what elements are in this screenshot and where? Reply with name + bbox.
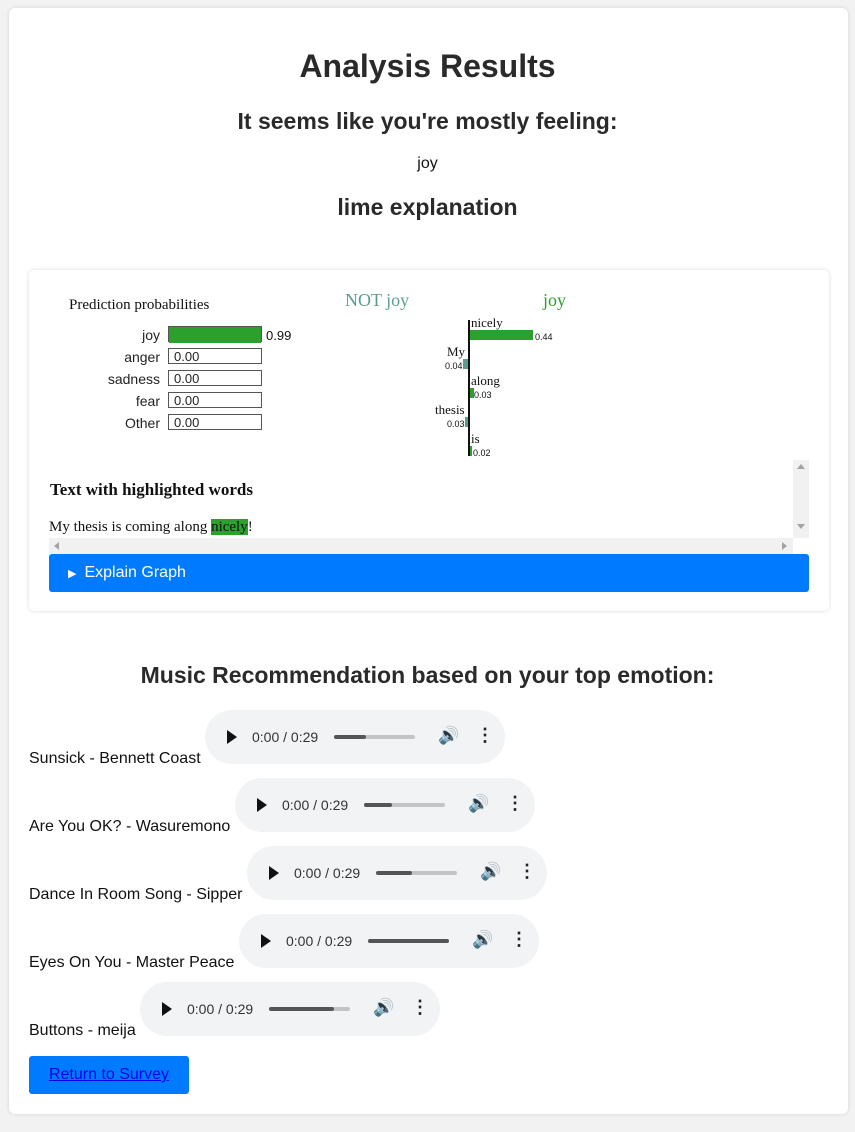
highlight-title: Text with highlighted words bbox=[50, 480, 253, 499]
prob-label-other: Other bbox=[124, 415, 160, 431]
music-heading: Music Recommendation based on your top e… bbox=[140, 662, 715, 688]
progress-fill bbox=[376, 871, 412, 875]
feature-weight: 0.44 bbox=[535, 332, 553, 342]
feature-word: is bbox=[471, 431, 480, 446]
prob-bar-other: 0.00 bbox=[168, 414, 262, 430]
song-title: Eyes On You - Master Peace bbox=[29, 954, 235, 971]
progress-track[interactable] bbox=[364, 803, 445, 807]
progress-track[interactable] bbox=[368, 939, 449, 943]
prediction-probabilities-title: Prediction probabilities bbox=[69, 297, 210, 313]
more-options-icon[interactable]: ⋮ bbox=[510, 929, 528, 950]
progress-fill bbox=[368, 939, 449, 943]
feature-word: nicely bbox=[471, 315, 503, 330]
audio-player[interactable]: 0:00 / 0:29 🔊 ⋮ bbox=[235, 778, 535, 832]
highlighted-text: My thesis is coming along nicely! bbox=[49, 519, 253, 536]
explain-graph-toggle[interactable]: ▶ Explain Graph bbox=[49, 554, 809, 592]
audio-player[interactable]: 0:00 / 0:29 🔊 ⋮ bbox=[247, 846, 547, 900]
time-display: 0:00 / 0:29 bbox=[252, 729, 319, 745]
feature-word: along bbox=[471, 373, 500, 388]
top-emotion: joy bbox=[417, 155, 438, 172]
prob-label-anger: anger bbox=[124, 349, 160, 365]
progress-fill bbox=[269, 1007, 334, 1011]
page-title: Analysis Results bbox=[299, 48, 556, 84]
prob-value-joy: 0.99 bbox=[266, 328, 292, 343]
feature-weight: 0.03 bbox=[474, 390, 492, 400]
prob-bar-anger: 0.00 bbox=[168, 348, 262, 364]
scroll-right-arrow-icon[interactable] bbox=[782, 542, 787, 550]
text-plain: My thesis is coming along bbox=[49, 519, 212, 535]
return-to-survey-button[interactable]: Return to Survey bbox=[29, 1056, 189, 1094]
feature-bar bbox=[470, 446, 472, 456]
feature-weight: 0.02 bbox=[473, 448, 491, 458]
progress-track[interactable] bbox=[334, 735, 415, 739]
progress-fill bbox=[334, 735, 366, 739]
lime-heading: lime explanation bbox=[337, 194, 518, 220]
not-class-label: NOT joy bbox=[345, 290, 410, 310]
play-icon[interactable] bbox=[261, 934, 271, 948]
more-options-icon[interactable]: ⋮ bbox=[506, 793, 524, 814]
prob-label-fear: fear bbox=[135, 393, 160, 409]
song-title: Dance In Room Song - Sipper bbox=[29, 886, 243, 903]
progress-track[interactable] bbox=[269, 1007, 350, 1011]
volume-icon[interactable]: 🔊 bbox=[438, 726, 459, 746]
audio-player[interactable]: 0:00 / 0:29 🔊 ⋮ bbox=[140, 982, 440, 1036]
volume-icon[interactable]: 🔊 bbox=[373, 998, 394, 1018]
scroll-left-arrow-icon[interactable] bbox=[54, 542, 59, 550]
prob-label-joy: joy bbox=[142, 327, 160, 343]
feature-bar bbox=[470, 330, 533, 340]
vertical-scrollbar[interactable] bbox=[793, 460, 809, 538]
play-icon[interactable] bbox=[162, 1002, 172, 1016]
time-display: 0:00 / 0:29 bbox=[187, 1001, 254, 1017]
more-options-icon[interactable]: ⋮ bbox=[518, 861, 536, 882]
triangle-right-icon: ▶ bbox=[68, 568, 77, 580]
volume-icon[interactable]: 🔊 bbox=[472, 930, 493, 950]
feature-bar bbox=[463, 359, 468, 369]
prob-bar-fear: 0.00 bbox=[168, 392, 262, 408]
class-label: joy bbox=[543, 290, 567, 310]
scroll-up-arrow-icon[interactable] bbox=[797, 464, 805, 469]
song-title: Are You OK? - Wasuremono bbox=[29, 818, 231, 835]
prob-fill-joy bbox=[169, 327, 261, 343]
play-icon[interactable] bbox=[227, 730, 237, 744]
scroll-down-arrow-icon[interactable] bbox=[797, 524, 805, 529]
more-options-icon[interactable]: ⋮ bbox=[476, 725, 494, 746]
more-options-icon[interactable]: ⋮ bbox=[411, 997, 429, 1018]
time-display: 0:00 / 0:29 bbox=[286, 933, 353, 949]
time-display: 0:00 / 0:29 bbox=[294, 865, 361, 881]
feature-weight: 0.04 bbox=[445, 361, 463, 371]
feeling-subtitle: It seems like you're mostly feeling: bbox=[237, 108, 618, 134]
song-title: Buttons - meija bbox=[29, 1022, 136, 1039]
play-icon[interactable] bbox=[269, 866, 279, 880]
text-highlighted-word: nicely bbox=[211, 519, 248, 535]
feature-weight: 0.03 bbox=[447, 419, 465, 429]
progress-track[interactable] bbox=[376, 871, 457, 875]
audio-player[interactable]: 0:00 / 0:29 🔊 ⋮ bbox=[239, 914, 539, 968]
horizontal-scrollbar[interactable] bbox=[49, 538, 793, 554]
volume-icon[interactable]: 🔊 bbox=[468, 794, 489, 814]
progress-fill bbox=[364, 803, 392, 807]
prob-bar-sadness: 0.00 bbox=[168, 370, 262, 386]
play-icon[interactable] bbox=[257, 798, 267, 812]
feature-bar bbox=[465, 417, 468, 427]
song-title: Sunsick - Bennett Coast bbox=[29, 750, 201, 767]
volume-icon[interactable]: 🔊 bbox=[480, 862, 501, 882]
feature-word: My bbox=[447, 344, 466, 359]
explain-graph-label: Explain Graph bbox=[84, 564, 186, 581]
text-plain-end: ! bbox=[247, 519, 253, 535]
time-display: 0:00 / 0:29 bbox=[282, 797, 349, 813]
audio-player[interactable]: 0:00 / 0:29 🔊 ⋮ bbox=[205, 710, 505, 764]
prob-label-sadness: sadness bbox=[107, 371, 160, 387]
feature-word: thesis bbox=[435, 402, 465, 417]
